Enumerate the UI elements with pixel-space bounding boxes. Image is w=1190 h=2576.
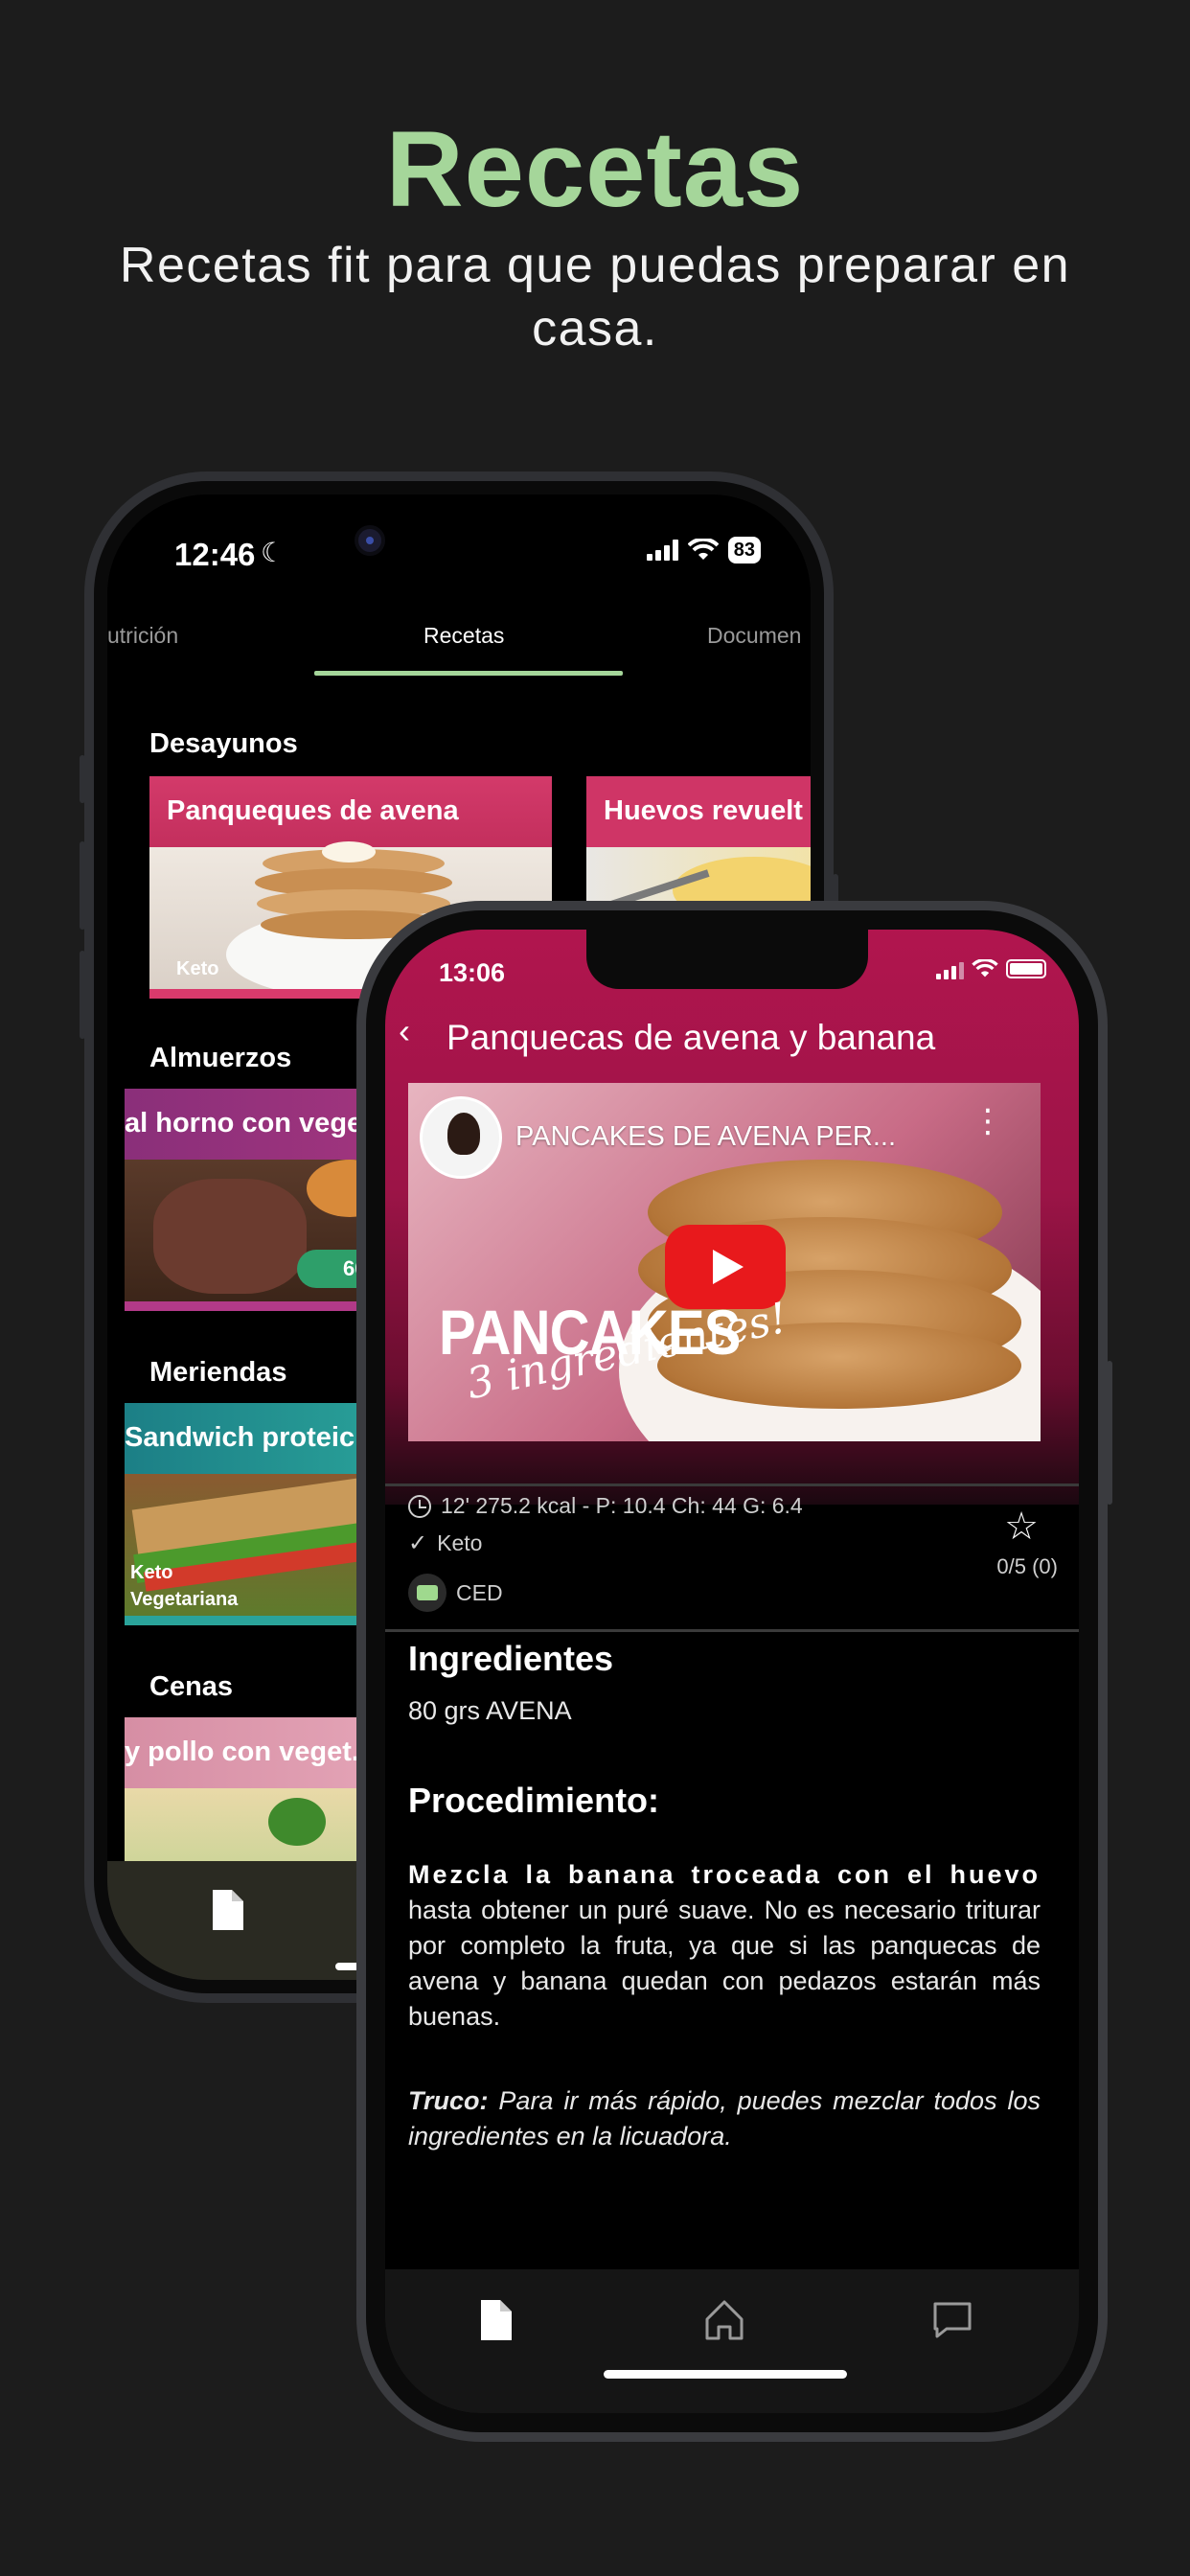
nutrition-info: 12' 275.2 kcal - P: 10.4 Ch: 44 G: 6.4 [441,1493,803,1518]
section-desayunos: Desayunos [149,728,298,759]
section-meriendas: Meriendas [149,1357,287,1388]
tip-label: Truco: [408,2086,489,2115]
tab-indicator [314,671,623,676]
more-vertical-icon[interactable]: ⋮ [972,1105,1004,1138]
tab-recetas[interactable]: Recetas [423,623,504,649]
ced-badge-icon [408,1574,446,1612]
card-tag-vegetariana: Vegetariana [130,1589,239,1610]
status-time: 12:46 [174,537,256,572]
notch [586,930,868,989]
camera-icon [355,525,385,556]
recipe-card-huevos[interactable]: Huevos revuelt [586,776,811,920]
document-icon[interactable] [211,1888,245,1932]
front-phone: 13:06 ‹ Panquecas de avena y banana PANC… [356,901,1112,2442]
chat-icon[interactable] [931,2298,973,2342]
diet-tag: Keto [437,1530,483,1555]
battery-icon [1006,959,1046,978]
tab-documentos[interactable]: Documen [707,623,801,649]
star-icon[interactable]: ☆ [1004,1505,1039,1549]
rating-text: 0/5 (0) [996,1554,1058,1578]
home-indicator [604,2370,847,2379]
ingredients-heading: Ingredientes [408,1639,614,1678]
signal-icon [936,958,964,979]
section-almuerzos: Almuerzos [149,1043,292,1073]
moon-icon: ☾ [261,538,286,567]
video-player[interactable]: PANCAKES DE AVENA PER... ⋮ PANCAKES 3 in… [408,1083,1041,1441]
signal-icon [646,540,678,561]
ced-badge-label: CED [456,1579,503,1605]
check-icon: ✓ [408,1530,428,1556]
card-title: Panqueques de avena [149,776,552,847]
video-title: PANCAKES DE AVENA PER... [515,1121,897,1152]
recipe-title: Panquecas de avena y banana [446,1018,936,1057]
tip-body: Para ir más rápido, puedes mezclar todos… [408,2086,1041,2150]
tip-text: Truco: Para ir más rápido, puedes mezcla… [408,2083,1041,2154]
tab-nutricion[interactable]: utrición [107,623,178,649]
front-phone-screen: 13:06 ‹ Panquecas de avena y banana PANC… [385,930,1079,2413]
status-time: 13:06 [439,958,506,987]
card-tag: Keto [176,958,219,979]
procedure-bold: Mezcla la banana troceada con el huevo [408,1860,1041,1889]
wifi-icon [972,959,998,978]
procedure-text: Mezcla la banana troceada con el huevo h… [408,1857,1041,2035]
clock-icon [408,1494,431,1518]
home-icon[interactable] [703,2298,745,2342]
procedure-body: hasta obtener un puré suave. No es neces… [408,1896,1041,2031]
document-icon[interactable] [475,2298,517,2342]
section-cenas: Cenas [149,1671,234,1702]
channel-avatar[interactable] [420,1096,502,1179]
procedure-heading: Procedimiento: [408,1781,660,1820]
battery-icon: 83 [727,537,761,564]
ingredient-item: 80 grs AVENA [408,1696,572,1725]
card-title: Huevos revuelt [586,776,811,847]
card-tag-keto: Keto [130,1562,173,1583]
hero-title: Recetas [385,109,805,229]
wifi-icon [687,539,719,560]
hero-subtitle: Recetas fit para que puedas preparar en … [119,238,1071,356]
back-arrow-icon[interactable]: ‹ [399,1012,433,1054]
bottom-nav [385,2269,1079,2413]
